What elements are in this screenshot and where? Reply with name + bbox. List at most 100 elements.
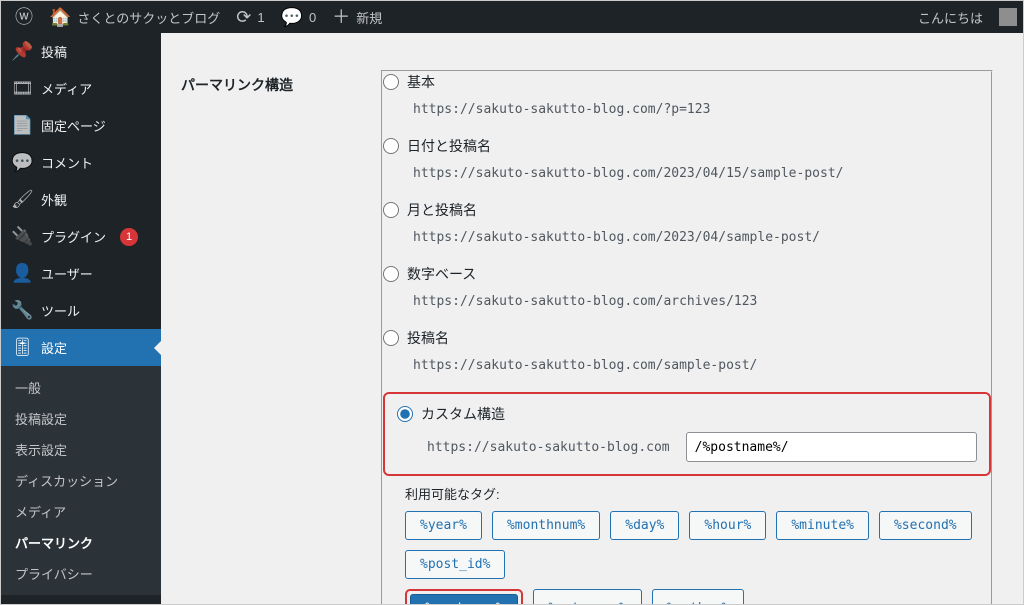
avatar[interactable] [999, 8, 1017, 26]
gear-icon: ⚙ [11, 603, 31, 604]
comments-link[interactable]: 💬0 [273, 1, 325, 33]
sidebar-item-comments[interactable]: 💬 コメント [1, 144, 161, 181]
radio-month-name[interactable] [383, 202, 399, 218]
page-icon: 📄 [11, 115, 31, 136]
radio-day-name[interactable] [383, 138, 399, 154]
option-default-label: 基本 [407, 72, 435, 92]
option-month-name-example: https://sakuto-sakutto-blog.com/2023/04/… [405, 226, 828, 249]
option-post-name-label: 投稿名 [407, 328, 449, 348]
sidebar-item-label: 投稿 [41, 42, 67, 61]
option-custom-label: カスタム構造 [421, 404, 505, 424]
tools-icon: 🔧 [11, 300, 31, 321]
available-tags-label: 利用可能なタグ: [405, 484, 991, 503]
sidebar-item-media[interactable]: 🎞 メディア [1, 70, 161, 107]
option-month-name-label: 月と投稿名 [407, 200, 477, 220]
home-icon: 🏠 [49, 8, 71, 26]
submenu-reading[interactable]: 表示設定 [1, 434, 161, 465]
admin-sidebar: 📌 投稿 🎞 メディア 📄 固定ページ 💬 コメント 🖌 外観 🔌 プラグイン 1 👤 ユーザー… [1, 33, 161, 604]
plugin-update-badge: 1 [120, 228, 138, 246]
updates-link[interactable]: ⟳1 [228, 1, 272, 33]
comments-count: 0 [309, 10, 316, 25]
plus-icon: ＋ [332, 8, 350, 26]
option-numeric[interactable]: 数字ベース [383, 264, 991, 284]
main-content: パーマリンク構造 基本 https://sakuto-sakutto-blog.… [161, 33, 1023, 604]
tag-monthnum[interactable]: %monthnum% [492, 511, 600, 540]
plugin-icon: 🔌 [11, 226, 31, 247]
option-numeric-label: 数字ベース [407, 264, 476, 284]
option-custom[interactable]: カスタム構造 [397, 404, 977, 424]
wordpress-icon: ⓦ [15, 8, 33, 26]
sidebar-item-label: 固定ページ [41, 116, 106, 135]
sidebar-item-label: メディア [41, 79, 92, 98]
tag-post-id[interactable]: %post_id% [405, 550, 505, 579]
submenu-discussion[interactable]: ディスカッション [1, 465, 161, 496]
tag-postname[interactable]: %postname% [410, 594, 518, 604]
sidebar-item-label: 外観 [41, 190, 67, 209]
option-default-example: https://sakuto-sakutto-blog.com/?p=123 [405, 98, 718, 121]
admin-bar: ⓦ 🏠さくとのサクッとブログ ⟳1 💬0 ＋新規 こんにちは [1, 1, 1023, 33]
custom-structure-input[interactable] [686, 432, 977, 462]
radio-default[interactable] [383, 74, 399, 90]
sidebar-item-label: プラグイン [41, 227, 106, 246]
sidebar-item-settings[interactable]: 🎚 設定 [1, 329, 161, 366]
sidebar-item-label: 設定 [41, 338, 67, 357]
option-post-name-example: https://sakuto-sakutto-blog.com/sample-p… [405, 354, 765, 377]
updates-count: 1 [257, 10, 264, 25]
submenu-privacy[interactable]: プライバシー [1, 558, 161, 589]
sidebar-item-posts[interactable]: 📌 投稿 [1, 33, 161, 70]
option-month-name[interactable]: 月と投稿名 [383, 200, 991, 220]
sidebar-item-appearance[interactable]: 🖌 外観 [1, 181, 161, 218]
sidebar-item-label: ユーザー [41, 264, 93, 283]
comment-icon: 💬 [281, 8, 303, 26]
sidebar-item-plugins[interactable]: 🔌 プラグイン 1 [1, 218, 161, 255]
option-post-name[interactable]: 投稿名 [383, 328, 991, 348]
comment-icon: 💬 [11, 152, 31, 173]
update-icon: ⟳ [236, 8, 251, 26]
available-tags-row2: %postname% %category% %author% [405, 589, 991, 604]
brush-icon: 🖌 [11, 189, 31, 210]
new-content[interactable]: ＋ 新規 [324, 1, 390, 33]
sidebar-item-label: ツール [41, 301, 80, 320]
sidebar-item-tools[interactable]: 🔧 ツール [1, 292, 161, 329]
available-tags-row1: %year% %monthnum% %day% %hour% %minute% … [405, 511, 991, 579]
tag-day[interactable]: %day% [610, 511, 679, 540]
option-numeric-example: https://sakuto-sakutto-blog.com/archives… [405, 290, 765, 313]
option-default[interactable]: 基本 [383, 72, 991, 92]
user-icon: 👤 [11, 263, 31, 284]
sliders-icon: 🎚 [11, 337, 31, 358]
radio-numeric[interactable] [383, 266, 399, 282]
settings-submenu: 一般 投稿設定 表示設定 ディスカッション メディア パーマリンク プライバシー [1, 366, 161, 595]
tag-year[interactable]: %year% [405, 511, 482, 540]
option-day-name[interactable]: 日付と投稿名 [383, 136, 991, 156]
option-day-name-example: https://sakuto-sakutto-blog.com/2023/04/… [405, 162, 851, 185]
tag-category[interactable]: %category% [533, 589, 641, 604]
option-day-name-label: 日付と投稿名 [407, 136, 491, 156]
tag-minute[interactable]: %minute% [776, 511, 869, 540]
wp-logo[interactable]: ⓦ [7, 1, 41, 33]
permalink-options: 基本 https://sakuto-sakutto-blog.com/?p=12… [381, 70, 993, 604]
tag-postname-highlight: %postname% [405, 589, 523, 604]
custom-structure-box: カスタム構造 https://sakuto-sakutto-blog.com [383, 392, 991, 476]
radio-post-name[interactable] [383, 330, 399, 346]
site-title: さくとのサクッとブログ [77, 8, 220, 27]
greeting: こんにちは [918, 8, 983, 27]
account-link[interactable]: こんにちは [910, 1, 991, 33]
submenu-media[interactable]: メディア [1, 496, 161, 527]
sidebar-item-users[interactable]: 👤 ユーザー [1, 255, 161, 292]
tag-author[interactable]: %author% [652, 589, 745, 604]
permalink-structure-heading: パーマリンク構造 [181, 55, 381, 604]
sidebar-item-label: コメント [41, 153, 93, 172]
sidebar-item-conoha[interactable]: ⚙ConoHa WING [1, 595, 161, 604]
new-label: 新規 [356, 8, 382, 27]
media-icon: 🎞 [11, 78, 31, 99]
submenu-writing[interactable]: 投稿設定 [1, 403, 161, 434]
site-link[interactable]: 🏠 さくとのサクッとブログ [41, 1, 228, 33]
pin-icon: 📌 [11, 41, 31, 62]
radio-custom[interactable] [397, 406, 413, 422]
submenu-permalinks[interactable]: パーマリンク [1, 527, 161, 558]
submenu-general[interactable]: 一般 [1, 372, 161, 403]
tag-second[interactable]: %second% [879, 511, 972, 540]
sidebar-item-pages[interactable]: 📄 固定ページ [1, 107, 161, 144]
custom-base-url: https://sakuto-sakutto-blog.com [419, 434, 678, 461]
tag-hour[interactable]: %hour% [689, 511, 766, 540]
